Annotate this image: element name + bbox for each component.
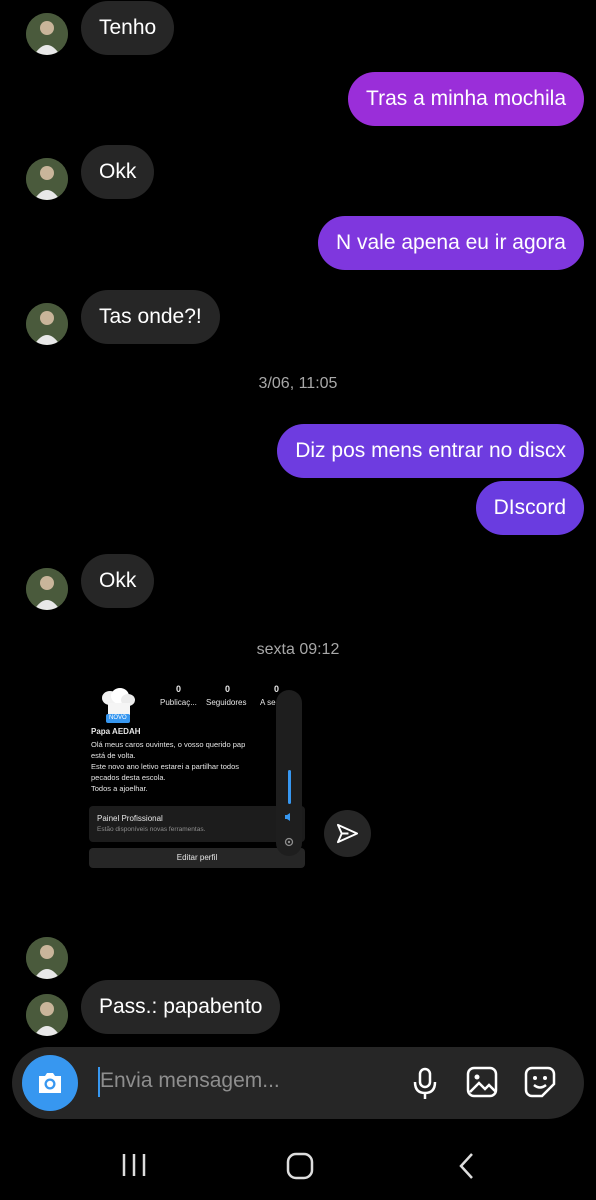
message-composer: Envia mensagem... bbox=[12, 1047, 584, 1119]
outgoing-message[interactable]: Tras a minha mochila bbox=[348, 72, 584, 126]
speaker-icon bbox=[285, 813, 290, 821]
incoming-message[interactable]: Tenho bbox=[81, 1, 175, 55]
timestamp: sexta 09:12 bbox=[256, 641, 340, 658]
edit-profile-button: Editar perfil bbox=[89, 848, 305, 868]
incoming-message[interactable]: Okk bbox=[81, 145, 155, 199]
avatar[interactable] bbox=[26, 303, 68, 345]
outgoing-message[interactable]: DIscord bbox=[475, 481, 584, 535]
avatar[interactable] bbox=[26, 158, 68, 200]
stat-count: 0 bbox=[225, 684, 231, 694]
microphone-icon[interactable] bbox=[410, 1067, 440, 1101]
send-icon bbox=[336, 823, 359, 844]
shared-screenshot[interactable]: NOVO 0 0 0 Publicaç... Seguidores A se P… bbox=[88, 684, 306, 870]
recent-apps-icon[interactable] bbox=[120, 1152, 148, 1178]
share-button[interactable] bbox=[324, 810, 371, 857]
incoming-message[interactable]: Okk bbox=[81, 554, 155, 608]
back-icon[interactable] bbox=[456, 1152, 478, 1180]
profile-name: Papa AEDAH bbox=[91, 727, 141, 736]
navigation-bar bbox=[0, 1130, 596, 1200]
avatar[interactable] bbox=[26, 994, 68, 1036]
outgoing-message[interactable]: N vale apena eu ir agora bbox=[318, 216, 584, 270]
incoming-message[interactable]: Pass.: papabento bbox=[81, 980, 281, 1034]
avatar[interactable] bbox=[26, 13, 68, 55]
volume-overlay bbox=[276, 690, 302, 856]
stat-label: A se bbox=[260, 698, 276, 707]
volume-level bbox=[288, 770, 291, 804]
outgoing-message[interactable]: Diz pos mens entrar no discx bbox=[277, 424, 584, 478]
home-icon[interactable] bbox=[286, 1152, 314, 1180]
message-input[interactable]: Envia mensagem... bbox=[100, 1069, 280, 1093]
camera-button[interactable] bbox=[22, 1055, 78, 1111]
stat-count: 0 bbox=[176, 684, 182, 694]
profile-bio: Olá meus caros ouvintes, o vosso querido… bbox=[91, 740, 246, 793]
sticker-icon[interactable] bbox=[524, 1066, 556, 1098]
incoming-message[interactable]: Tas onde?! bbox=[81, 290, 220, 344]
stat-label: Publicaç... bbox=[160, 698, 197, 707]
new-badge: NOVO bbox=[106, 714, 130, 723]
camera-icon bbox=[39, 1073, 61, 1093]
timestamp: 3/06, 11:05 bbox=[258, 375, 338, 392]
stat-count: 0 bbox=[274, 684, 280, 694]
stat-label: Seguidores bbox=[206, 698, 247, 707]
avatar[interactable] bbox=[26, 568, 68, 610]
image-icon[interactable] bbox=[466, 1066, 498, 1098]
settings-icon bbox=[284, 837, 294, 847]
avatar[interactable] bbox=[26, 937, 68, 979]
professional-panel: Painel Profissional Estão disponíveis no… bbox=[89, 806, 305, 842]
